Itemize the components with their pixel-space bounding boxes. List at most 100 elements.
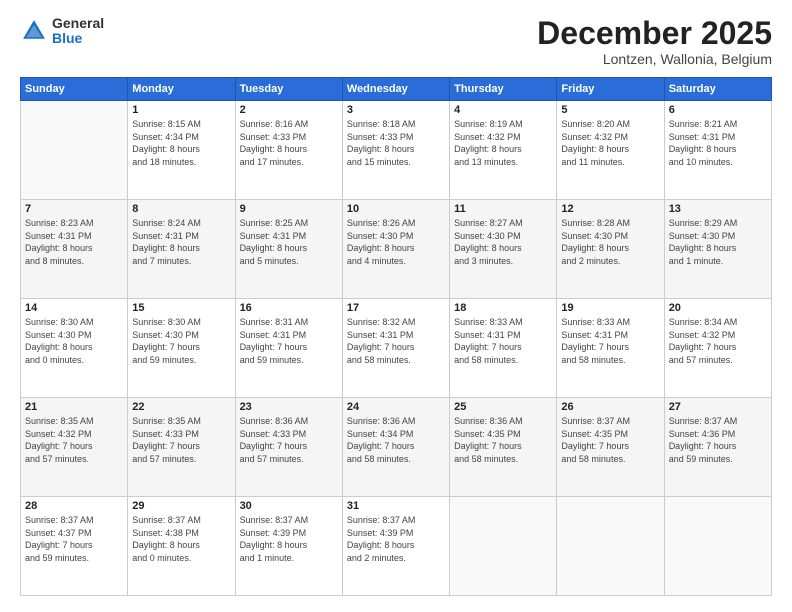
calendar-cell: 22 Sunrise: 8:35 AM Sunset: 4:33 PM Dayli…: [128, 398, 235, 497]
day-info: Sunrise: 8:37 AM Sunset: 4:35 PM Dayligh…: [561, 415, 659, 465]
calendar-cell: [21, 101, 128, 200]
calendar-week-4: 21 Sunrise: 8:35 AM Sunset: 4:32 PM Dayli…: [21, 398, 772, 497]
calendar-cell: 4 Sunrise: 8:19 AM Sunset: 4:32 PM Daylig…: [450, 101, 557, 200]
calendar-cell: 3 Sunrise: 8:18 AM Sunset: 4:33 PM Daylig…: [342, 101, 449, 200]
day-info: Sunrise: 8:37 AM Sunset: 4:38 PM Dayligh…: [132, 514, 230, 564]
day-info: Sunrise: 8:33 AM Sunset: 4:31 PM Dayligh…: [561, 316, 659, 366]
day-info: Sunrise: 8:18 AM Sunset: 4:33 PM Dayligh…: [347, 118, 445, 168]
calendar-cell: 27 Sunrise: 8:37 AM Sunset: 4:36 PM Dayli…: [664, 398, 771, 497]
day-number: 7: [25, 203, 123, 215]
day-number: 17: [347, 302, 445, 314]
day-number: 15: [132, 302, 230, 314]
day-info: Sunrise: 8:36 AM Sunset: 4:34 PM Dayligh…: [347, 415, 445, 465]
calendar-week-5: 28 Sunrise: 8:37 AM Sunset: 4:37 PM Dayli…: [21, 497, 772, 596]
logo-blue: Blue: [52, 31, 104, 46]
logo-general: General: [52, 16, 104, 31]
day-number: 1: [132, 104, 230, 116]
day-number: 9: [240, 203, 338, 215]
day-info: Sunrise: 8:32 AM Sunset: 4:31 PM Dayligh…: [347, 316, 445, 366]
day-info: Sunrise: 8:19 AM Sunset: 4:32 PM Dayligh…: [454, 118, 552, 168]
calendar-cell: 21 Sunrise: 8:35 AM Sunset: 4:32 PM Dayli…: [21, 398, 128, 497]
day-number: 26: [561, 401, 659, 413]
weekday-header-row: Sunday Monday Tuesday Wednesday Thursday…: [21, 78, 772, 101]
calendar-cell: 8Sunrise: 8:24 AM Sunset: 4:31 PM Daylig…: [128, 200, 235, 299]
day-info: Sunrise: 8:25 AM Sunset: 4:31 PM Dayligh…: [240, 217, 338, 267]
calendar-cell: 12Sunrise: 8:28 AM Sunset: 4:30 PM Dayli…: [557, 200, 664, 299]
day-number: 31: [347, 500, 445, 512]
calendar-cell: 19 Sunrise: 8:33 AM Sunset: 4:31 PM Dayli…: [557, 299, 664, 398]
day-number: 14: [25, 302, 123, 314]
header-tuesday: Tuesday: [235, 78, 342, 101]
calendar-week-2: 7Sunrise: 8:23 AM Sunset: 4:31 PM Daylig…: [21, 200, 772, 299]
calendar-cell: [557, 497, 664, 596]
header: General Blue December 2025 Lontzen, Wall…: [20, 16, 772, 67]
day-number: 4: [454, 104, 552, 116]
day-info: Sunrise: 8:37 AM Sunset: 4:39 PM Dayligh…: [347, 514, 445, 564]
day-number: 10: [347, 203, 445, 215]
calendar-week-3: 14 Sunrise: 8:30 AM Sunset: 4:30 PM Dayli…: [21, 299, 772, 398]
calendar-cell: 7Sunrise: 8:23 AM Sunset: 4:31 PM Daylig…: [21, 200, 128, 299]
day-info: Sunrise: 8:21 AM Sunset: 4:31 PM Dayligh…: [669, 118, 767, 168]
day-info: Sunrise: 8:37 AM Sunset: 4:39 PM Dayligh…: [240, 514, 338, 564]
day-number: 5: [561, 104, 659, 116]
header-saturday: Saturday: [664, 78, 771, 101]
day-info: Sunrise: 8:33 AM Sunset: 4:31 PM Dayligh…: [454, 316, 552, 366]
day-info: Sunrise: 8:36 AM Sunset: 4:33 PM Dayligh…: [240, 415, 338, 465]
day-number: 21: [25, 401, 123, 413]
calendar-cell: 6Sunrise: 8:21 AM Sunset: 4:31 PM Daylig…: [664, 101, 771, 200]
calendar-cell: 16 Sunrise: 8:31 AM Sunset: 4:31 PM Dayli…: [235, 299, 342, 398]
day-info: Sunrise: 8:27 AM Sunset: 4:30 PM Dayligh…: [454, 217, 552, 267]
day-number: 16: [240, 302, 338, 314]
header-sunday: Sunday: [21, 78, 128, 101]
day-info: Sunrise: 8:37 AM Sunset: 4:36 PM Dayligh…: [669, 415, 767, 465]
calendar-cell: 1Sunrise: 8:15 AM Sunset: 4:34 PM Daylig…: [128, 101, 235, 200]
title-area: December 2025 Lontzen, Wallonia, Belgium: [537, 16, 772, 67]
calendar-cell: 13Sunrise: 8:29 AM Sunset: 4:30 PM Dayli…: [664, 200, 771, 299]
calendar-cell: 15 Sunrise: 8:30 AM Sunset: 4:30 PM Dayli…: [128, 299, 235, 398]
calendar-cell: 31 Sunrise: 8:37 AM Sunset: 4:39 PM Dayli…: [342, 497, 449, 596]
day-number: 11: [454, 203, 552, 215]
calendar-cell: 18 Sunrise: 8:33 AM Sunset: 4:31 PM Dayli…: [450, 299, 557, 398]
day-number: 24: [347, 401, 445, 413]
calendar: Sunday Monday Tuesday Wednesday Thursday…: [20, 77, 772, 596]
calendar-cell: 20 Sunrise: 8:34 AM Sunset: 4:32 PM Dayli…: [664, 299, 771, 398]
day-number: 23: [240, 401, 338, 413]
calendar-cell: 5 Sunrise: 8:20 AM Sunset: 4:32 PM Daylig…: [557, 101, 664, 200]
day-info: Sunrise: 8:34 AM Sunset: 4:32 PM Dayligh…: [669, 316, 767, 366]
logo: General Blue: [20, 16, 104, 47]
location: Lontzen, Wallonia, Belgium: [537, 51, 772, 67]
day-number: 27: [669, 401, 767, 413]
day-info: Sunrise: 8:35 AM Sunset: 4:33 PM Dayligh…: [132, 415, 230, 465]
day-info: Sunrise: 8:30 AM Sunset: 4:30 PM Dayligh…: [25, 316, 123, 366]
calendar-cell: 2Sunrise: 8:16 AM Sunset: 4:33 PM Daylig…: [235, 101, 342, 200]
day-number: 22: [132, 401, 230, 413]
day-info: Sunrise: 8:31 AM Sunset: 4:31 PM Dayligh…: [240, 316, 338, 366]
day-number: 12: [561, 203, 659, 215]
day-number: 19: [561, 302, 659, 314]
day-number: 18: [454, 302, 552, 314]
calendar-cell: [664, 497, 771, 596]
calendar-cell: 14 Sunrise: 8:30 AM Sunset: 4:30 PM Dayli…: [21, 299, 128, 398]
calendar-week-1: 1Sunrise: 8:15 AM Sunset: 4:34 PM Daylig…: [21, 101, 772, 200]
calendar-cell: 10Sunrise: 8:26 AM Sunset: 4:30 PM Dayli…: [342, 200, 449, 299]
calendar-cell: 26 Sunrise: 8:37 AM Sunset: 4:35 PM Dayli…: [557, 398, 664, 497]
header-monday: Monday: [128, 78, 235, 101]
calendar-cell: [450, 497, 557, 596]
calendar-cell: 25Sunrise: 8:36 AM Sunset: 4:35 PM Dayli…: [450, 398, 557, 497]
day-number: 29: [132, 500, 230, 512]
day-number: 3: [347, 104, 445, 116]
header-friday: Friday: [557, 78, 664, 101]
day-number: 20: [669, 302, 767, 314]
day-info: Sunrise: 8:20 AM Sunset: 4:32 PM Dayligh…: [561, 118, 659, 168]
page: General Blue December 2025 Lontzen, Wall…: [0, 0, 792, 612]
calendar-cell: 28 Sunrise: 8:37 AM Sunset: 4:37 PM Dayli…: [21, 497, 128, 596]
day-info: Sunrise: 8:30 AM Sunset: 4:30 PM Dayligh…: [132, 316, 230, 366]
day-info: Sunrise: 8:35 AM Sunset: 4:32 PM Dayligh…: [25, 415, 123, 465]
day-number: 28: [25, 500, 123, 512]
calendar-cell: 9 Sunrise: 8:25 AM Sunset: 4:31 PM Daylig…: [235, 200, 342, 299]
day-number: 13: [669, 203, 767, 215]
day-number: 8: [132, 203, 230, 215]
day-info: Sunrise: 8:37 AM Sunset: 4:37 PM Dayligh…: [25, 514, 123, 564]
calendar-cell: 29 Sunrise: 8:37 AM Sunset: 4:38 PM Dayli…: [128, 497, 235, 596]
logo-icon: [20, 17, 48, 45]
